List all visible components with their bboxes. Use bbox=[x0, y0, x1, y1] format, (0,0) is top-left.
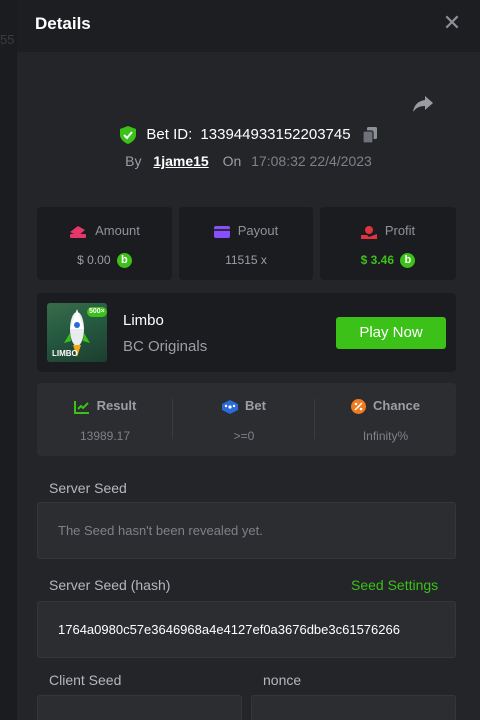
server-seed-value: The Seed hasn't been revealed yet. bbox=[58, 523, 263, 538]
amount-stat: Amount $ 0.00 bbox=[37, 207, 172, 280]
bet-result-card: Result 13989.17 Bet >=0 Chance Infinity% bbox=[37, 383, 456, 456]
chance-column: Chance Infinity% bbox=[315, 383, 456, 456]
amount-value: $ 0.00 bbox=[77, 253, 111, 267]
profit-icon bbox=[360, 225, 377, 239]
username-link[interactable]: 1jame15 bbox=[153, 153, 208, 169]
dice-icon bbox=[222, 399, 239, 414]
payout-label: Payout bbox=[237, 223, 279, 238]
bcd-coin-icon bbox=[400, 253, 416, 269]
result-value: 13989.17 bbox=[79, 429, 131, 443]
bet-id-label: Bet ID: bbox=[146, 126, 193, 144]
nonce-field[interactable] bbox=[251, 695, 456, 720]
client-seed-field[interactable] bbox=[37, 695, 242, 720]
profit-label: Profit bbox=[384, 223, 416, 238]
chart-icon bbox=[73, 400, 89, 414]
server-seed-field: The Seed hasn't been revealed yet. bbox=[37, 502, 456, 559]
result-label: Result bbox=[96, 398, 137, 413]
payout-value: 11515 x bbox=[225, 253, 267, 267]
verified-shield-icon bbox=[120, 126, 137, 145]
game-provider: BC Originals bbox=[123, 338, 208, 355]
profit-value: $ 3.46 bbox=[360, 253, 395, 267]
bet-column: Bet >=0 bbox=[173, 383, 315, 456]
amount-icon bbox=[70, 225, 87, 238]
bet-condition-value: >=0 bbox=[233, 429, 255, 443]
server-seed-hash-label: Server Seed (hash) bbox=[49, 577, 171, 593]
seed-settings-link[interactable]: Seed Settings bbox=[351, 576, 438, 594]
thumbnail-logo-text: LIMBO bbox=[52, 349, 78, 358]
bet-datetime: 17:08:32 22/4/2023 bbox=[251, 153, 372, 169]
bet-label: Bet bbox=[245, 398, 266, 413]
copy-icon[interactable] bbox=[362, 127, 377, 144]
by-label: By bbox=[125, 153, 142, 169]
bet-author-row: By 1jame15 On 17:08:32 22/4/2023 bbox=[17, 151, 480, 171]
bet-id-row: Bet ID: 133944933152203745 bbox=[17, 124, 480, 146]
modal-title: Details bbox=[35, 14, 91, 33]
payout-icon bbox=[213, 225, 230, 238]
result-column: Result 13989.17 bbox=[37, 383, 173, 456]
client-seed-label: Client Seed bbox=[49, 672, 122, 688]
percent-icon bbox=[351, 399, 367, 415]
chance-label: Chance bbox=[373, 398, 420, 413]
nonce-label: nonce bbox=[263, 672, 302, 688]
server-seed-label: Server Seed bbox=[49, 480, 127, 496]
on-label: On bbox=[222, 153, 242, 169]
share-icon[interactable] bbox=[412, 94, 434, 114]
amount-label: Amount bbox=[95, 223, 140, 238]
play-now-button[interactable]: Play Now bbox=[336, 317, 446, 349]
limbo-game-thumbnail[interactable]: 500× LIMBO bbox=[47, 303, 107, 362]
server-seed-hash-field[interactable]: 1764a0980c57e3646968a4e4127ef0a3676dbe3c… bbox=[37, 601, 456, 658]
bcd-coin-icon bbox=[116, 253, 132, 269]
close-button[interactable]: ✕ bbox=[441, 12, 463, 34]
server-seed-hash-value: 1764a0980c57e3646968a4e4127ef0a3676dbe3c… bbox=[58, 622, 400, 637]
bet-id-value: 133944933152203745 bbox=[200, 126, 351, 144]
bet-details-modal: Details ✕ Bet ID: 133944933152203745 By … bbox=[17, 0, 480, 720]
modal-header: Details ✕ bbox=[17, 0, 480, 52]
game-card: 500× LIMBO Limbo BC Originals Play Now bbox=[37, 293, 456, 372]
game-name: Limbo bbox=[123, 312, 164, 329]
backdrop-text: 55 bbox=[0, 32, 15, 47]
profit-stat: Profit $ 3.46 bbox=[320, 207, 456, 280]
thumbnail-badge: 500× bbox=[87, 307, 107, 317]
chance-value: Infinity% bbox=[362, 429, 409, 443]
close-icon: ✕ bbox=[442, 10, 462, 35]
payout-stat: Payout 11515 x bbox=[179, 207, 313, 280]
page-backdrop: 55 bbox=[0, 0, 17, 720]
